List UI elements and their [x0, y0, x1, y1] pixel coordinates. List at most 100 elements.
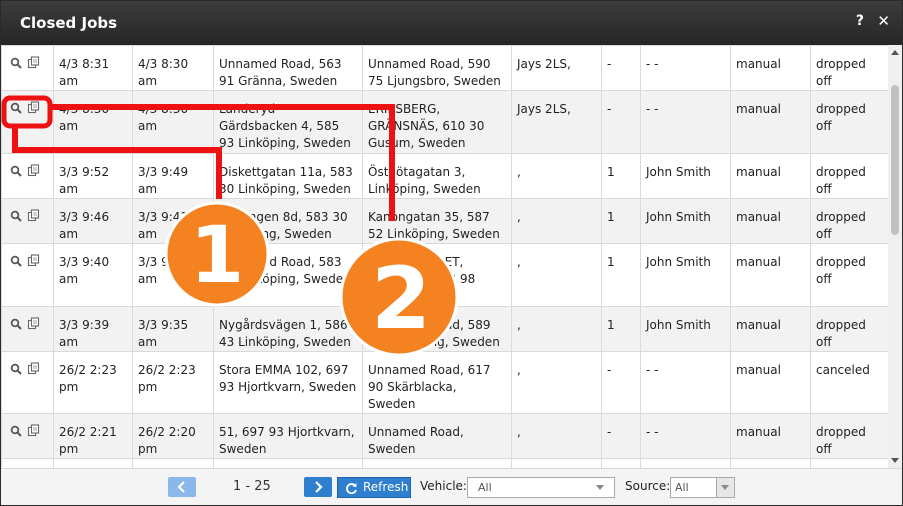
scroll-down-arrow-icon[interactable]: [891, 458, 899, 463]
window-title: Closed Jobs: [20, 14, 118, 32]
row-actions-cell: [1, 45, 54, 91]
row-actions-cell: [1, 198, 54, 244]
created-time-cell: 4/3 8:30 am: [132, 45, 214, 91]
vehicle-cell: ,: [511, 306, 602, 352]
status-cell: canceled: [810, 458, 888, 468]
mode-cell: manual: [730, 243, 811, 307]
status-cell: canceled: [810, 351, 888, 414]
source-select[interactable]: All: [670, 477, 735, 498]
pickup-address-cell: Unnamed Road, 563 91 Gränna, Sweden: [213, 45, 363, 91]
next-page-button[interactable]: [304, 477, 332, 497]
driver-cell: John Smith: [640, 306, 731, 352]
completed-time-cell: 4/3 8:31 am: [53, 45, 133, 91]
table-row[interactable]: 26/2 2:19 pm26/2 2:14 pmGamla Kalmarväge…: [1, 458, 888, 468]
prev-page-button[interactable]: [168, 477, 196, 497]
count-cell: 1: [601, 243, 641, 307]
help-button[interactable]: ?: [856, 13, 864, 29]
vehicle-label: Vehicle:: [420, 479, 467, 493]
dropoff-address-cell: Unnamed Road, Sweden: [362, 413, 512, 459]
mode-cell: manual: [730, 153, 811, 199]
search-icon[interactable]: [10, 255, 22, 272]
search-icon[interactable]: [10, 210, 22, 227]
dropoff-address-cell: Unnamed Road, 617 90 Skärblacka, Sweden: [362, 351, 512, 414]
copy-icon[interactable]: [27, 362, 40, 380]
driver-cell: John Smith: [640, 198, 731, 244]
table-row[interactable]: 4/3 8:31 am 4/3 8:30 am Unnamed Road, 563 …: [1, 45, 888, 91]
copy-icon[interactable]: [27, 317, 40, 335]
search-icon[interactable]: [10, 363, 22, 380]
grid-footer: 1 - 25 Refresh Vehicle: All Source: All: [1, 468, 902, 505]
refresh-button[interactable]: Refresh: [337, 477, 411, 498]
completed-time-cell: 4/3 8:30 am: [53, 90, 133, 154]
refresh-label: Refresh: [363, 480, 409, 494]
status-cell: dropped off: [810, 306, 888, 352]
vehicle-select[interactable]: All: [467, 477, 615, 498]
source-select-value: All: [675, 481, 689, 494]
pickup-address-cell: Stora EMMA 102, 697 93 Hjortkvarn, Swede…: [213, 351, 363, 414]
pickup-address-cell: Unnamed Road, 583 30 Linköping, Sweden: [213, 243, 363, 307]
count-cell: 1: [601, 153, 641, 199]
jobs-table: 4/3 8:31 am 4/3 8:30 am Unnamed Road, 563 …: [1, 45, 888, 468]
table-row[interactable]: 3/3 9:39 am 3/3 9:35 am Nygårdsvägen 1, 58…: [1, 306, 888, 352]
status-cell: dropped off: [810, 153, 888, 199]
row-actions-cell: [1, 458, 54, 468]
table-row[interactable]: 26/2 2:21 pm 26/2 2:20 pm 51, 697 93 Hjort…: [1, 413, 888, 459]
copy-icon[interactable]: [27, 164, 40, 182]
jobs-grid: 4/3 8:31 am 4/3 8:30 am Unnamed Road, 563 …: [1, 45, 888, 468]
completed-time-cell: 26/2 2:21 pm: [53, 413, 133, 459]
table-row[interactable]: 4/3 8:30 am 4/3 8:30 am Landeryd Gärdsback…: [1, 90, 888, 154]
vehicle-select-value: All: [478, 481, 492, 494]
mode-cell: manual: [730, 351, 811, 414]
row-actions-cell: [1, 351, 54, 414]
created-time-cell: 26/2 2:23 pm: [132, 351, 214, 414]
row-actions-cell: [1, 413, 54, 459]
created-time-cell: 26/2 2:20 pm: [132, 413, 214, 459]
driver-cell: - -: [640, 458, 731, 468]
search-icon[interactable]: [10, 425, 22, 442]
dropoff-address-cell: ÖSTRA TORPET, Linköping, 598 98 Sweden: [362, 243, 512, 307]
vertical-scrollbar[interactable]: [888, 45, 902, 468]
table-row[interactable]: 26/2 2:23 pm 26/2 2:23 pm Stora EMMA 102, …: [1, 351, 888, 414]
copy-icon[interactable]: [27, 424, 40, 442]
completed-time-cell: 3/3 9:52 am: [53, 153, 133, 199]
copy-icon[interactable]: [27, 254, 40, 272]
count-cell: -: [601, 413, 641, 459]
table-row[interactable]: 3/3 9:40 am 3/3 9:38 am Unnamed Road, 583 …: [1, 243, 888, 307]
driver-cell: - -: [640, 413, 731, 459]
search-icon[interactable]: [10, 318, 22, 335]
table-row[interactable]: 3/3 9:52 am 3/3 9:49 am Diskettgatan 11a, …: [1, 153, 888, 199]
search-icon[interactable]: [10, 102, 22, 119]
count-cell: -: [601, 351, 641, 414]
driver-cell: - -: [640, 90, 731, 154]
copy-icon[interactable]: [27, 56, 40, 74]
scroll-up-arrow-icon[interactable]: [891, 50, 899, 55]
mode-cell: manual: [730, 413, 811, 459]
chevron-left-icon: [177, 481, 185, 493]
pickup-address-cell: Nygårdsvägen 1, 586 43 Linköping, Sweden: [213, 306, 363, 352]
search-icon[interactable]: [10, 57, 22, 74]
scroll-thumb[interactable]: [891, 85, 899, 235]
search-icon[interactable]: [10, 165, 22, 182]
mode-cell: manual: [730, 45, 811, 91]
close-button[interactable]: ✕: [877, 12, 890, 30]
status-cell: dropped off: [810, 413, 888, 459]
mode-cell: manual: [730, 90, 811, 154]
completed-time-cell: 3/3 9:46 am: [53, 198, 133, 244]
vehicle-cell: ,: [511, 413, 602, 459]
vehicle-cell: ,: [511, 198, 602, 244]
pickup-address-cell: Ekkringen 8d, 583 30 Linköping, Sweden: [213, 198, 363, 244]
source-dropdown-button[interactable]: [716, 478, 734, 497]
count-cell: 1: [601, 306, 641, 352]
vehicle-cell: ,: [511, 351, 602, 414]
created-time-cell: 3/3 9:35 am: [132, 306, 214, 352]
copy-icon[interactable]: [27, 101, 40, 119]
source-label: Source:: [625, 479, 671, 493]
dropoff-address-cell: Östgötagatan 3, Linköping, Sweden: [362, 153, 512, 199]
copy-icon[interactable]: [27, 209, 40, 227]
count-cell: 1: [601, 198, 641, 244]
dropoff-address-cell: Unnamed Road, 590 75 Ljungsbro, Sweden: [362, 45, 512, 91]
table-row[interactable]: 3/3 9:46 am 3/3 9:41 am Ekkringen 8d, 583 …: [1, 198, 888, 244]
pickup-address-cell: Gamla Kalmarvägen, Sweden: [213, 458, 363, 468]
created-time-cell: 26/2 2:14 pm: [132, 458, 214, 468]
created-time-cell: 3/3 9:49 am: [132, 153, 214, 199]
